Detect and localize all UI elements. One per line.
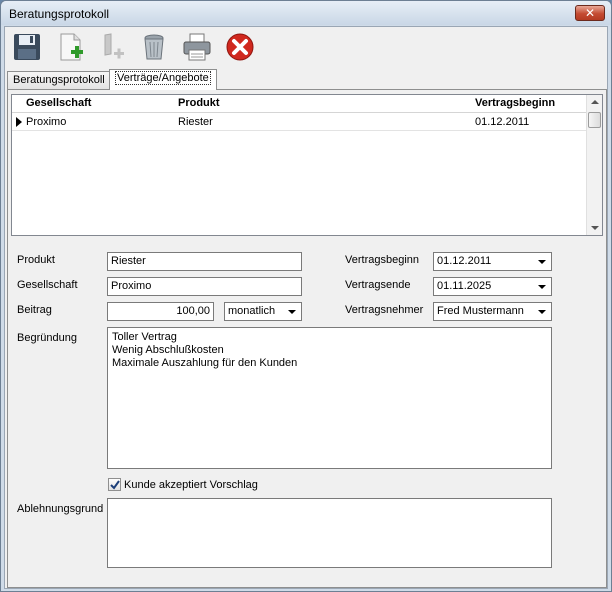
cancel-button[interactable] xyxy=(224,31,256,63)
kunde-akzeptiert-label[interactable]: Kunde akzeptiert Vorschlag xyxy=(124,479,258,491)
grid-header: Gesellschaft Produkt Vertragsbeginn xyxy=(12,95,587,113)
tab-beratungsprotokoll[interactable]: Beratungsprotokoll xyxy=(7,71,111,89)
new-item-button-disabled xyxy=(97,31,129,63)
printer-icon xyxy=(183,33,211,61)
column-header-produkt[interactable]: Produkt xyxy=(178,97,220,109)
print-button[interactable] xyxy=(181,31,213,63)
tab-label: Verträge/Angebote xyxy=(115,71,211,85)
gesellschaft-field[interactable]: Proximo xyxy=(107,277,302,296)
vertragsbeginn-value: 01.12.2011 xyxy=(437,255,492,267)
checkmark-icon xyxy=(110,480,120,490)
window-title: Beratungsprotokoll xyxy=(9,7,110,21)
zahlungsweise-value: monatlich xyxy=(228,305,276,317)
scroll-thumb[interactable] xyxy=(588,112,601,128)
cell-vertragsbeginn: 01.12.2011 xyxy=(475,116,530,128)
cell-gesellschaft: Proximo xyxy=(26,116,67,128)
vertragsende-label: Vertragsende xyxy=(345,279,411,291)
produkt-label: Produkt xyxy=(17,254,55,266)
vertragsnehmer-value: Fred Mustermann xyxy=(437,305,524,317)
produkt-field[interactable]: Riester xyxy=(107,252,302,271)
kunde-akzeptiert-checkbox[interactable] xyxy=(108,478,121,491)
begruendung-line: Wenig Abschlußkosten xyxy=(112,344,224,356)
vertragsende-value: 01.11.2025 xyxy=(437,280,492,292)
window-close-button[interactable]: ✕ xyxy=(575,5,605,21)
beitrag-label: Beitrag xyxy=(17,304,52,316)
begruendung-textarea[interactable]: Toller Vertrag Wenig Abschlußkosten Maxi… xyxy=(107,327,552,469)
vertragsnehmer-label: Vertragsnehmer xyxy=(345,304,424,316)
save-button[interactable] xyxy=(11,31,43,63)
scroll-up-icon[interactable] xyxy=(591,100,599,104)
chevron-down-icon xyxy=(288,310,296,314)
chevron-down-icon xyxy=(538,260,546,264)
new-item-disabled-icon xyxy=(104,33,124,59)
begruendung-label: Begründung xyxy=(17,332,77,344)
zahlungsweise-select[interactable]: monatlich xyxy=(224,302,302,321)
tab-strip: Beratungsprotokoll Verträge/Angebote xyxy=(7,69,607,90)
vertragsende-datepicker[interactable]: 01.11.2025 xyxy=(433,277,552,296)
new-document-icon xyxy=(60,33,83,61)
new-document-button[interactable] xyxy=(54,31,86,63)
column-header-gesellschaft[interactable]: Gesellschaft xyxy=(26,97,91,109)
column-header-vertragsbeginn[interactable]: Vertragsbeginn xyxy=(475,97,555,109)
gesellschaft-label: Gesellschaft xyxy=(17,279,78,291)
table-row[interactable]: Proximo Riester 01.12.2011 xyxy=(12,113,587,131)
beitrag-field[interactable]: 100,00 xyxy=(107,302,214,321)
vertragsbeginn-label: Vertragsbeginn xyxy=(345,254,419,266)
vertragsbeginn-datepicker[interactable]: 01.12.2011 xyxy=(433,252,552,271)
tab-vertraege-angebote[interactable]: Verträge/Angebote xyxy=(109,69,217,90)
chevron-down-icon xyxy=(538,310,546,314)
scroll-down-icon[interactable] xyxy=(591,226,599,230)
contracts-grid[interactable]: Gesellschaft Produkt Vertragsbeginn Prox… xyxy=(11,94,603,236)
floppy-disk-icon xyxy=(14,34,40,60)
delete-button[interactable] xyxy=(138,31,170,63)
client-area: Beratungsprotokoll Verträge/Angebote Ges… xyxy=(4,26,608,589)
app-window: Beratungsprotokoll ✕ Beratungsprotokoll … xyxy=(0,0,612,592)
tab-label: Beratungsprotokoll xyxy=(13,74,105,86)
grid-vertical-scrollbar[interactable] xyxy=(586,95,602,235)
cell-produkt: Riester xyxy=(178,116,213,128)
vertragsnehmer-select[interactable]: Fred Mustermann xyxy=(433,302,552,321)
ablehnungsgrund-label: Ablehnungsgrund xyxy=(17,503,104,515)
tab-panel-vertraege: Gesellschaft Produkt Vertragsbeginn Prox… xyxy=(7,89,607,588)
current-row-arrow-icon xyxy=(16,117,22,127)
begruendung-line: Maximale Auszahlung für den Kunden xyxy=(112,357,298,369)
title-bar[interactable]: Beratungsprotokoll ✕ xyxy=(1,1,611,25)
red-x-circle-icon xyxy=(226,33,254,61)
ablehnungsgrund-textarea[interactable] xyxy=(107,498,552,568)
trash-can-icon xyxy=(144,34,164,60)
chevron-down-icon xyxy=(538,285,546,289)
begruendung-line: Toller Vertrag xyxy=(112,331,177,343)
